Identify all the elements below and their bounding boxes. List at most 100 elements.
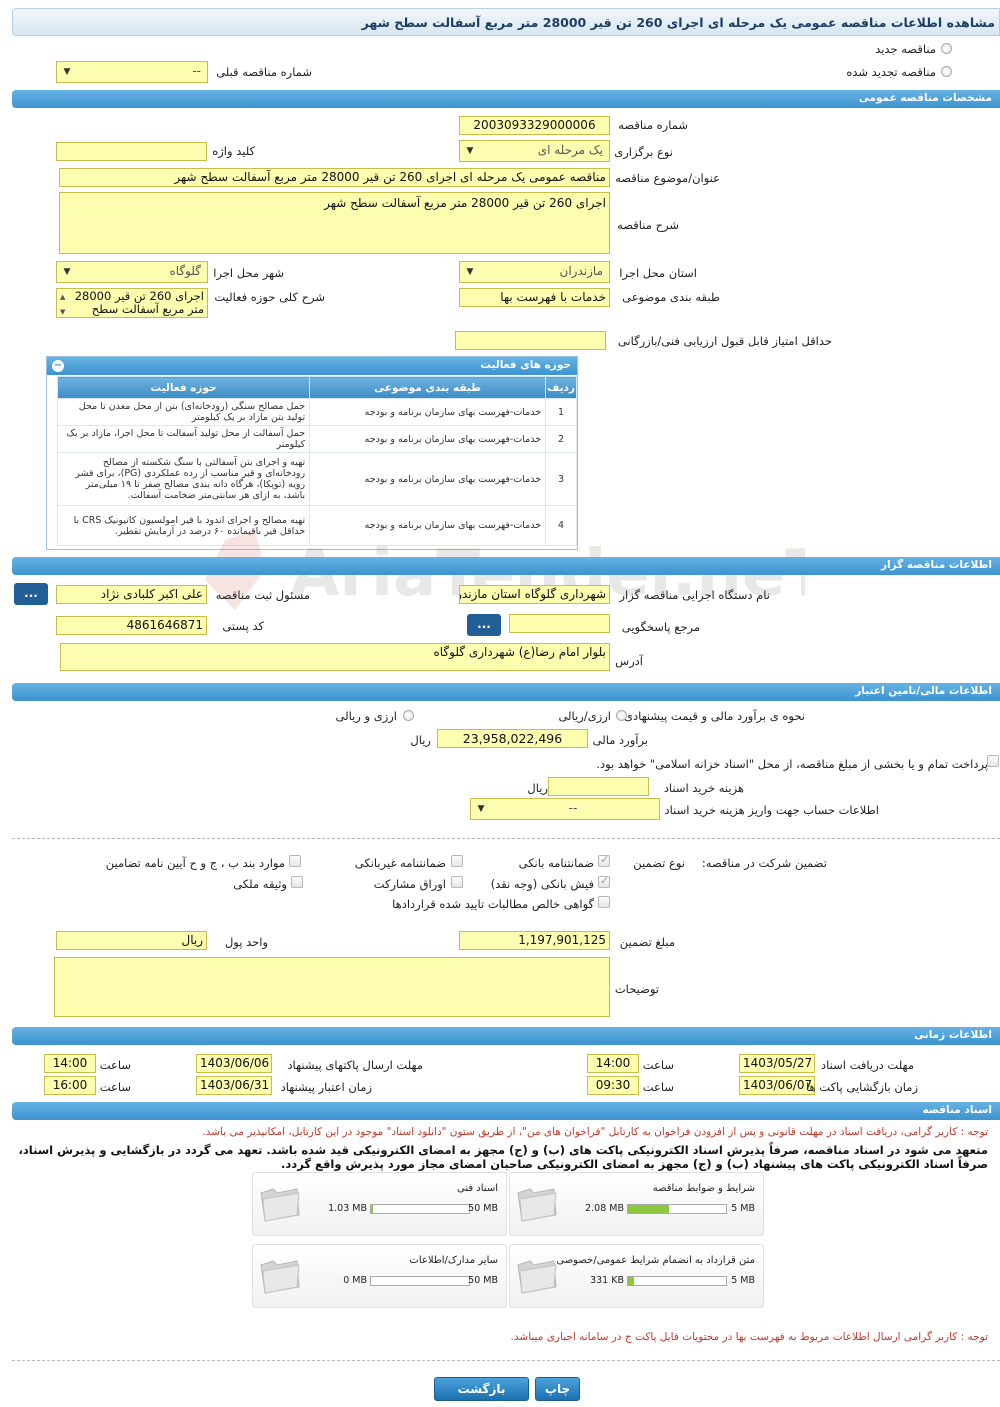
activities-panel-header: حوزه های فعالیت − (47, 357, 577, 375)
reference-more-button[interactable]: ... (467, 614, 501, 636)
postal-code-label: کد پستی (222, 619, 264, 633)
doc-receive-date-field: 1403/05/27 (739, 1054, 815, 1073)
scroll-up-icon[interactable]: ▲ (60, 291, 65, 304)
guarantee-type-label: نوع تضمین (633, 856, 685, 870)
doc-receive-time-label: ساعت (642, 1058, 674, 1072)
page-title: مشاهده اطلاعات مناقصه عمومی یک مرحله ای … (12, 8, 1000, 36)
guarantee-amount-label: مبلغ تضمین (619, 935, 675, 949)
file-box[interactable]: شرایط و ضوابط مناقصه 2.08 MB 5 MB (509, 1172, 764, 1236)
renewed-tender-radio[interactable] (941, 66, 952, 77)
col-row-number: ردیف (545, 376, 577, 399)
file-size: 0 MB (343, 1275, 367, 1286)
tender-number-field: 2003093329000006 (459, 116, 610, 135)
estimate-method-label: نحوه ی برآورد مالی و قیمت پیشنهادی (623, 709, 805, 723)
claims-cert-label: گواهی خالص مطالبات تایید شده قراردادها (392, 897, 594, 911)
renewed-tender-label: مناقصه تجدید شده (846, 65, 936, 79)
doc-receive-time-field: 14:00 (587, 1054, 639, 1073)
file-box[interactable]: اسناد فنی 1.03 MB 50 MB (252, 1172, 507, 1236)
reference-field (509, 614, 610, 633)
print-button[interactable]: چاپ (535, 1377, 580, 1401)
city-select[interactable]: گلوگاه ▼ (56, 261, 208, 283)
keyword-label: کلید واژه (212, 144, 255, 158)
table-row: 2 خدمات-فهرست بهای سازمان برنامه و بودجه… (57, 425, 577, 453)
file-size-fill (628, 1205, 670, 1213)
province-select[interactable]: مازندران ▼ (459, 261, 610, 283)
chevron-down-icon: ▼ (63, 67, 71, 77)
row-number: 2 (545, 425, 577, 453)
both-currency-label: ارزی و ریالی (335, 709, 397, 723)
file-size-bar (627, 1276, 727, 1286)
tender-number-label: شماره مناقصه (618, 118, 688, 132)
account-select[interactable]: -- ▼ (470, 798, 660, 820)
address-label: آدرس (615, 654, 643, 668)
chevron-down-icon: ▼ (466, 267, 474, 277)
chevron-down-icon: ▼ (477, 804, 485, 814)
previous-number-select[interactable]: -- ▼ (56, 61, 208, 83)
previous-number-value: -- (192, 64, 201, 78)
file-name: متن قرارداد به انضمام شرایط عمومی/خصوصی (556, 1255, 755, 1266)
property-checkbox (291, 876, 303, 888)
official-field: علی اکبر کلبادی نژاد (56, 585, 207, 604)
clauses-label: موارد بند ب ، ج و ح آیین نامه تضامین (105, 856, 285, 870)
chevron-down-icon: ▼ (63, 267, 71, 277)
validity-time-label: ساعت (99, 1080, 131, 1094)
organizer-section-header: اطلاعات مناقصه گزار (12, 557, 1000, 575)
file-box[interactable]: متن قرارداد به انضمام شرایط عمومی/خصوصی … (509, 1244, 764, 1308)
address-field: بلوار امام رضا(ع) شهرداری گلوگاه (60, 643, 610, 671)
keyword-field[interactable] (56, 142, 207, 161)
city-value: گلوگاه (169, 264, 201, 278)
col-category: طبقه بندی موضوعی (309, 376, 547, 399)
previous-number-label: شماره مناقصه قبلی (216, 65, 312, 79)
rial-option-label: ارزی/ریالی (558, 709, 611, 723)
file-size-fill (371, 1205, 373, 1213)
file-max-size: 5 MB (731, 1203, 755, 1214)
subject-field: مناقصه عمومی یک مرحله ای اجرای 260 تن قی… (59, 168, 610, 187)
file-box[interactable]: سایر مدارک/اطلاعات 0 MB 50 MB (252, 1244, 507, 1308)
province-label: استان محل اجرا (619, 266, 697, 280)
file-size-bar (627, 1204, 727, 1214)
doc-receive-label: مهلت دریافت اسناد (821, 1058, 914, 1072)
agency-label: نام دستگاه اجرایی مناقصه گزار (619, 588, 770, 602)
both-currency-radio[interactable] (403, 710, 414, 721)
doc-fee-label: هزینه خرید اسناد (663, 781, 744, 795)
collapse-icon[interactable]: − (52, 360, 64, 372)
clauses-checkbox (289, 855, 301, 867)
col-activity-area: حوزه فعالیت (57, 376, 311, 399)
send-label: مهلت ارسال پاکتهای پیشنهاد (287, 1058, 423, 1072)
row-category: خدمات-فهرست بهای سازمان برنامه و بودجه (309, 425, 547, 453)
file-size: 1.03 MB (328, 1203, 367, 1214)
doc-fee-field (548, 777, 649, 796)
currency-field: ریال (56, 931, 207, 950)
documents-section-header: اسناد مناقصه (12, 1102, 1000, 1120)
description-label: شرح مناقصه (617, 218, 679, 232)
row-category: خدمات-فهرست بهای سازمان برنامه و بودجه (309, 452, 547, 506)
bank-receipt-checkbox (598, 874, 610, 888)
new-tender-radio[interactable] (941, 43, 952, 54)
holding-type-select[interactable]: یک مرحله ای ▼ (459, 140, 610, 162)
divider (12, 838, 1000, 839)
rial-radio[interactable] (616, 710, 627, 721)
row-area: حمل آسفالت از محل تولید آسفالت تا محل اج… (57, 425, 311, 453)
estimate-unit: ریال (410, 733, 431, 747)
folder-icon (517, 1260, 557, 1294)
min-score-label: حداقل امتیاز قابل قبول ارزیابی فنی/بازرگ… (617, 334, 832, 348)
currency-label: واحد پول (224, 935, 268, 949)
participation-guarantee-label: تضمین شرکت در مناقصه: (701, 856, 827, 870)
scroll-down-icon[interactable]: ▼ (60, 306, 65, 317)
category-label: طبقه بندی موضوعی (622, 290, 720, 304)
bank-receipt-label: فیش بانکی (وجه نقد) (490, 877, 594, 891)
send-date-field: 1403/06/06 (196, 1054, 272, 1073)
treasury-checkbox[interactable] (987, 755, 999, 767)
file-size: 2.08 MB (585, 1203, 624, 1214)
chevron-down-icon: ▼ (466, 146, 474, 156)
back-button[interactable]: بازگشت (434, 1377, 529, 1401)
file-size: 331 KB (590, 1275, 624, 1286)
bonds-checkbox (451, 876, 463, 888)
file-name: اسناد فنی (457, 1183, 498, 1194)
new-tender-label: مناقصه جدید (875, 42, 936, 56)
agency-more-button[interactable]: ... (14, 583, 48, 605)
estimate-field: 23,958,022,496 (437, 729, 588, 748)
agency-field: شهرداری گلوگاه استان مازندران (459, 585, 610, 604)
signature-note-line2: صرفاً اسناد الکترونیکی پاکت های پیشنهاد … (281, 1157, 988, 1171)
guarantee-notes-label: توضیحات (614, 982, 659, 996)
